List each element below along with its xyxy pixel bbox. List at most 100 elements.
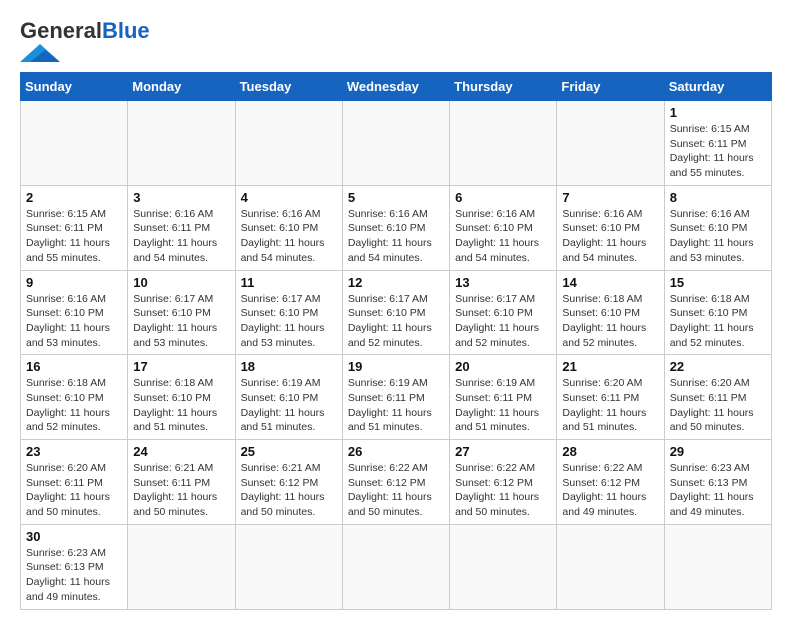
day-number: 5 [348, 190, 444, 205]
day-number: 30 [26, 529, 122, 544]
calendar-cell [450, 524, 557, 609]
day-number: 11 [241, 275, 337, 290]
day-info: Sunrise: 6:22 AMSunset: 6:12 PMDaylight:… [562, 461, 658, 520]
day-info: Sunrise: 6:16 AMSunset: 6:10 PMDaylight:… [348, 207, 444, 266]
day-info: Sunrise: 6:18 AMSunset: 6:10 PMDaylight:… [26, 376, 122, 435]
calendar-cell: 7Sunrise: 6:16 AMSunset: 6:10 PMDaylight… [557, 185, 664, 270]
calendar-cell: 5 Sunrise: 6:16 AMSunset: 6:10 PMDaylight… [342, 185, 449, 270]
day-number: 10 [133, 275, 229, 290]
calendar-cell [664, 524, 771, 609]
calendar-cell: 22 Sunrise: 6:20 AMSunset: 6:11 PMDayligh… [664, 355, 771, 440]
calendar-cell: 4 Sunrise: 6:16 AMSunset: 6:10 PMDaylight… [235, 185, 342, 270]
day-number: 8 [670, 190, 766, 205]
weekday-friday: Friday [557, 73, 664, 101]
calendar-cell: 11Sunrise: 6:17 AMSunset: 6:10 PMDayligh… [235, 270, 342, 355]
day-info: Sunrise: 6:19 AMSunset: 6:10 PMDaylight:… [241, 376, 337, 435]
calendar-cell: 25 Sunrise: 6:21 AMSunset: 6:12 PMDayligh… [235, 440, 342, 525]
calendar-cell [21, 101, 128, 186]
day-info: Sunrise: 6:20 AMSunset: 6:11 PMDaylight:… [562, 376, 658, 435]
day-number: 18 [241, 359, 337, 374]
day-info: Sunrise: 6:16 AMSunset: 6:11 PMDaylight:… [133, 207, 229, 266]
calendar-week-1: 1Sunrise: 6:15 AMSunset: 6:11 PMDaylight… [21, 101, 772, 186]
calendar-cell [235, 101, 342, 186]
calendar-cell: 29 Sunrise: 6:23 AMSunset: 6:13 PMDayligh… [664, 440, 771, 525]
calendar-cell: 1Sunrise: 6:15 AMSunset: 6:11 PMDaylight… [664, 101, 771, 186]
calendar-cell: 14 Sunrise: 6:18 AMSunset: 6:10 PMDayligh… [557, 270, 664, 355]
calendar-cell: 9Sunrise: 6:16 AMSunset: 6:10 PMDaylight… [21, 270, 128, 355]
day-info: Sunrise: 6:18 AMSunset: 6:10 PMDaylight:… [133, 376, 229, 435]
calendar-cell: 19 Sunrise: 6:19 AMSunset: 6:11 PMDayligh… [342, 355, 449, 440]
day-number: 3 [133, 190, 229, 205]
logo: GeneralBlue [20, 20, 150, 62]
day-number: 1 [670, 105, 766, 120]
weekday-saturday: Saturday [664, 73, 771, 101]
day-number: 4 [241, 190, 337, 205]
day-number: 27 [455, 444, 551, 459]
day-info: Sunrise: 6:19 AMSunset: 6:11 PMDaylight:… [348, 376, 444, 435]
day-number: 9 [26, 275, 122, 290]
day-info: Sunrise: 6:16 AMSunset: 6:10 PMDaylight:… [455, 207, 551, 266]
day-info: Sunrise: 6:20 AMSunset: 6:11 PMDaylight:… [670, 376, 766, 435]
calendar-cell: 15 Sunrise: 6:18 AMSunset: 6:10 PMDayligh… [664, 270, 771, 355]
calendar-cell: 18 Sunrise: 6:19 AMSunset: 6:10 PMDayligh… [235, 355, 342, 440]
calendar-cell: 8 Sunrise: 6:16 AMSunset: 6:10 PMDaylight… [664, 185, 771, 270]
calendar-cell: 12Sunrise: 6:17 AMSunset: 6:10 PMDayligh… [342, 270, 449, 355]
calendar-table: SundayMondayTuesdayWednesdayThursdayFrid… [20, 72, 772, 610]
calendar-cell: 20 Sunrise: 6:19 AMSunset: 6:11 PMDayligh… [450, 355, 557, 440]
calendar-cell: 26 Sunrise: 6:22 AMSunset: 6:12 PMDayligh… [342, 440, 449, 525]
day-info: Sunrise: 6:15 AMSunset: 6:11 PMDaylight:… [26, 207, 122, 266]
weekday-sunday: Sunday [21, 73, 128, 101]
day-info: Sunrise: 6:16 AMSunset: 6:10 PMDaylight:… [670, 207, 766, 266]
day-info: Sunrise: 6:18 AMSunset: 6:10 PMDaylight:… [670, 292, 766, 351]
day-number: 25 [241, 444, 337, 459]
day-number: 20 [455, 359, 551, 374]
weekday-tuesday: Tuesday [235, 73, 342, 101]
calendar-week-5: 23 Sunrise: 6:20 AMSunset: 6:11 PMDayligh… [21, 440, 772, 525]
day-info: Sunrise: 6:17 AMSunset: 6:10 PMDaylight:… [133, 292, 229, 351]
day-number: 17 [133, 359, 229, 374]
day-info: Sunrise: 6:23 AMSunset: 6:13 PMDaylight:… [670, 461, 766, 520]
calendar-cell [450, 101, 557, 186]
day-info: Sunrise: 6:21 AMSunset: 6:12 PMDaylight:… [241, 461, 337, 520]
day-number: 29 [670, 444, 766, 459]
calendar-body: 1 Sunrise: 6:15 AMSunset: 6:11 PMDaylight… [21, 101, 772, 610]
day-number: 24 [133, 444, 229, 459]
calendar-cell: 2 Sunrise: 6:15 AMSunset: 6:11 PMDaylight… [21, 185, 128, 270]
day-info: Sunrise: 6:21 AMSunset: 6:11 PMDaylight:… [133, 461, 229, 520]
day-number: 19 [348, 359, 444, 374]
day-number: 15 [670, 275, 766, 290]
calendar-cell: 3 Sunrise: 6:16 AMSunset: 6:11 PMDaylight… [128, 185, 235, 270]
calendar-cell: 13Sunrise: 6:17 AMSunset: 6:10 PMDayligh… [450, 270, 557, 355]
calendar-cell: 24 Sunrise: 6:21 AMSunset: 6:11 PMDayligh… [128, 440, 235, 525]
calendar-cell [557, 524, 664, 609]
logo-text: GeneralBlue [20, 20, 150, 42]
page-header: GeneralBlue [20, 20, 772, 62]
calendar-cell [235, 524, 342, 609]
day-info: Sunrise: 6:17 AMSunset: 6:10 PMDaylight:… [455, 292, 551, 351]
logo-general: General [20, 18, 102, 43]
calendar-cell [128, 101, 235, 186]
calendar-cell [342, 101, 449, 186]
weekday-wednesday: Wednesday [342, 73, 449, 101]
weekday-thursday: Thursday [450, 73, 557, 101]
calendar-cell: 16 Sunrise: 6:18 AMSunset: 6:10 PMDayligh… [21, 355, 128, 440]
calendar-week-4: 16 Sunrise: 6:18 AMSunset: 6:10 PMDayligh… [21, 355, 772, 440]
calendar-cell: 6 Sunrise: 6:16 AMSunset: 6:10 PMDaylight… [450, 185, 557, 270]
day-number: 22 [670, 359, 766, 374]
day-number: 6 [455, 190, 551, 205]
day-number: 14 [562, 275, 658, 290]
logo-icon [20, 44, 60, 62]
day-number: 23 [26, 444, 122, 459]
day-info: Sunrise: 6:18 AMSunset: 6:10 PMDaylight:… [562, 292, 658, 351]
weekday-header-row: SundayMondayTuesdayWednesdayThursdayFrid… [21, 73, 772, 101]
day-number: 16 [26, 359, 122, 374]
day-number: 28 [562, 444, 658, 459]
day-number: 26 [348, 444, 444, 459]
day-info: Sunrise: 6:19 AMSunset: 6:11 PMDaylight:… [455, 376, 551, 435]
day-info: Sunrise: 6:16 AMSunset: 6:10 PMDaylight:… [241, 207, 337, 266]
day-info: Sunrise: 6:20 AMSunset: 6:11 PMDaylight:… [26, 461, 122, 520]
calendar-cell: 21Sunrise: 6:20 AMSunset: 6:11 PMDayligh… [557, 355, 664, 440]
day-info: Sunrise: 6:22 AMSunset: 6:12 PMDaylight:… [348, 461, 444, 520]
day-number: 2 [26, 190, 122, 205]
day-info: Sunrise: 6:23 AMSunset: 6:13 PMDaylight:… [26, 546, 122, 605]
